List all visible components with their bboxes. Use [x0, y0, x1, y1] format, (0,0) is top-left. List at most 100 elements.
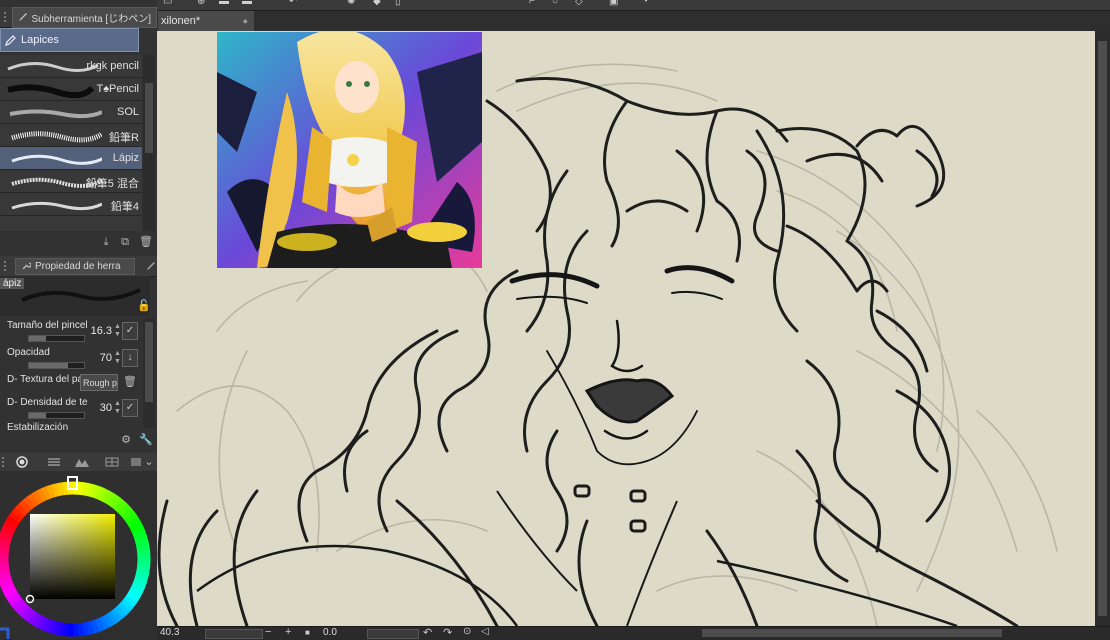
transform-icon[interactable]: ▯ [395, 0, 409, 7]
subtool-group-lapices[interactable]: Lapices [0, 28, 139, 52]
current-color-swatch[interactable] [0, 629, 8, 639]
rotation-value[interactable]: 0.0 [323, 627, 337, 638]
approximate-color-tab-icon[interactable] [128, 456, 144, 468]
tool-property-tab[interactable]: Propiedad de herra [15, 258, 135, 275]
lock-icon[interactable]: 🔓 [137, 300, 149, 312]
wrench-icon [21, 261, 31, 271]
brush-list-scrollbar[interactable] [143, 55, 155, 231]
paper-texture-select[interactable]: Rough p [80, 374, 118, 391]
tool-property-header: Propiedad de herra [0, 256, 157, 277]
chevron-down-icon[interactable]: ⌄ [143, 456, 155, 468]
help-icon[interactable]: ◔ [642, 0, 656, 7]
texture-density-pressure-toggle[interactable]: ✓ [122, 399, 138, 417]
lasso-icon[interactable]: ○ [552, 0, 566, 7]
scrollbar-thumb[interactable] [1098, 41, 1107, 616]
color-wheel-panel: ⌄ [0, 453, 157, 639]
scrollbar-thumb[interactable] [145, 83, 153, 153]
tool-settings-icon[interactable]: ⚙ [120, 434, 132, 446]
panel-grip[interactable] [2, 457, 8, 467]
color-slider-tab-icon[interactable] [46, 456, 62, 468]
texture-density-row: D- Densidad de te 30 ▲▼ ✓ [0, 396, 140, 422]
reference-illustration [217, 32, 482, 268]
intermediate-color-tab-icon[interactable] [104, 456, 120, 468]
brush-stroke-preview [2, 103, 102, 123]
opacity-spinner[interactable]: ▲▼ [114, 350, 121, 366]
undo-icon[interactable]: ↶ [289, 0, 303, 7]
open-icon[interactable]: ▬ [219, 0, 233, 7]
subtool-panel-header: Subherramienta [じわペン] [0, 7, 157, 28]
opacity-value[interactable]: 70 [100, 352, 112, 364]
brush-stroke-preview [2, 195, 102, 215]
clear-icon[interactable]: ✺ [347, 0, 361, 7]
brush-stroke-preview [2, 149, 102, 169]
opacity-slider[interactable] [28, 362, 85, 369]
brush-size-pressure-toggle[interactable]: ✓ [122, 322, 138, 340]
texture-density-slider[interactable] [28, 412, 85, 419]
color-wheel-tab-icon[interactable] [14, 456, 30, 468]
drawing-canvas[interactable] [157, 31, 1095, 626]
slider-fill [29, 336, 46, 341]
rotation-slider[interactable] [367, 629, 419, 639]
shape-icon[interactable]: ◇ [575, 0, 589, 7]
brush-item[interactable]: SOL [0, 101, 142, 124]
pen-icon [18, 12, 28, 22]
flip-button[interactable]: ◁ [481, 626, 489, 637]
document-tab[interactable]: xilonen* ● [158, 11, 254, 31]
wrench-icon[interactable]: 🔧 [139, 434, 151, 446]
zoom-in-button[interactable]: + [285, 626, 291, 638]
color-wheel[interactable] [0, 471, 157, 639]
subtool-panel-tab[interactable]: Subherramienta [じわペン] [12, 7, 158, 28]
command-bar: ▭ ⊕ ▬ ▬ ↶ ✺ ◆ ▯ ⌐ ○ ◇ ▣ ◔ [157, 0, 1110, 11]
texture-density-value[interactable]: 30 [100, 402, 112, 414]
brush-name: T♠Pencil [96, 83, 139, 95]
canvas-vertical-scrollbar[interactable] [1095, 31, 1110, 626]
new-layer-icon[interactable]: ⤓ [100, 236, 112, 248]
device-icon[interactable]: ▣ [609, 0, 623, 7]
trash-icon[interactable]: 🗑 [123, 376, 135, 388]
zoom-out-button[interactable]: − [265, 626, 271, 638]
zoom-slider[interactable] [205, 629, 263, 639]
menu-icon[interactable]: ▭ [163, 0, 177, 7]
brush-item[interactable]: 鉛筆5 混合 [0, 170, 142, 193]
panel-grip[interactable] [4, 12, 7, 22]
brush-item[interactable]: 鉛筆R [0, 124, 142, 147]
trash-icon[interactable]: 🗑 [139, 236, 151, 248]
brush-item-selected[interactable]: Lápiz [0, 147, 142, 170]
tool-property-scrollbar[interactable] [143, 318, 155, 428]
brush-size-label: Tamaño del pincel [7, 320, 88, 331]
brush-item[interactable]: T♠Pencil [0, 78, 142, 101]
fit-button[interactable]: ■ [305, 628, 310, 637]
select-icon[interactable]: ⌐ [529, 0, 543, 7]
brush-preview-name: ápiz [0, 278, 24, 289]
brush-size-value[interactable]: 16.3 [91, 325, 112, 337]
brush-size-slider[interactable] [28, 335, 85, 342]
canvas-horizontal-scrollbar[interactable] [702, 629, 1002, 637]
subtool-panel-title: Subherramienta [じわペン] [32, 10, 152, 25]
brush-item[interactable] [0, 216, 142, 231]
opacity-pressure-toggle[interactable]: ↓ [122, 349, 138, 367]
rotate-left-button[interactable]: ↶ [423, 626, 432, 639]
pen-icon[interactable] [145, 260, 157, 272]
brush-list: rkgk pencil T♠Pencil SOL 鉛筆R Lápiz 鉛筆5 混… [0, 55, 142, 231]
rotate-right-button[interactable]: ↷ [443, 626, 452, 639]
reset-rotation-button[interactable]: ⊙ [463, 626, 471, 637]
color-set-tab-icon[interactable] [74, 456, 90, 468]
new-canvas-icon[interactable]: ⊕ [197, 0, 211, 7]
scrollbar-thumb[interactable] [145, 322, 153, 402]
panel-grip[interactable] [4, 261, 10, 271]
texture-density-spinner[interactable]: ▲▼ [114, 400, 121, 416]
fill-icon[interactable]: ◆ [373, 0, 387, 7]
zoom-value[interactable]: 40.3 [160, 627, 179, 638]
reference-image[interactable] [217, 32, 482, 268]
brush-item[interactable]: 鉛筆4 [0, 193, 142, 216]
brush-name: SOL [117, 106, 139, 118]
brush-item[interactable]: rkgk pencil [0, 55, 142, 78]
unsaved-indicator[interactable]: ● [243, 16, 248, 26]
brush-preview: ápiz 🔓 [0, 276, 150, 316]
brush-stroke-preview [2, 80, 102, 100]
brush-size-spinner[interactable]: ▲▼ [114, 323, 121, 339]
save-icon[interactable]: ▬ [242, 0, 256, 7]
copy-icon[interactable]: ⧉ [119, 236, 131, 248]
color-panel-tabs: ⌄ [0, 453, 157, 471]
brush-name: 鉛筆R [109, 129, 139, 145]
